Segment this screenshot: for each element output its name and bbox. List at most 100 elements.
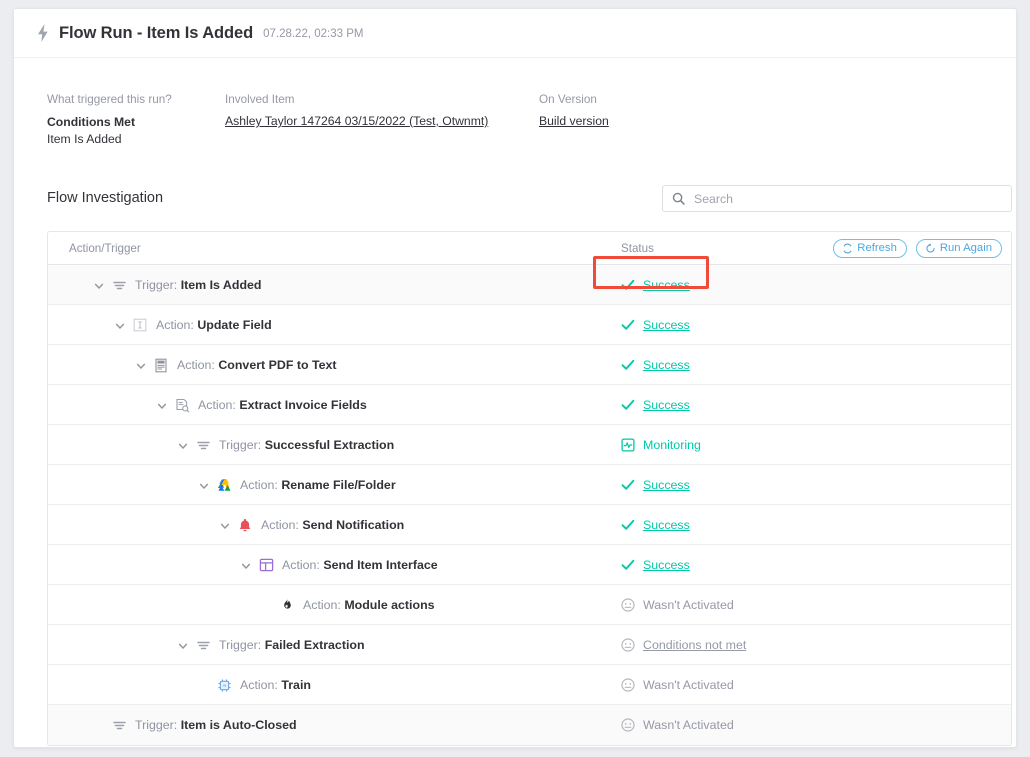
row-title: Successful Extraction: [265, 438, 394, 452]
meta-involved-item-link[interactable]: Ashley Taylor 147264 03/15/2022 (Test, O…: [225, 114, 488, 128]
run-again-button[interactable]: Run Again: [916, 239, 1002, 258]
status-badge[interactable]: Success: [643, 558, 690, 572]
row-title: Module actions: [344, 598, 434, 612]
row-title: Update Field: [197, 318, 271, 332]
refresh-button[interactable]: Refresh: [833, 239, 907, 258]
table-row[interactable]: Trigger: Item Is AddedSuccess: [48, 265, 1011, 305]
filter-trigger-icon: [111, 717, 127, 733]
table-row[interactable]: Action: Send Notification Success: [48, 505, 1011, 545]
row-name-cell: Action: Update Field: [114, 305, 272, 345]
flow-investigation-title: Flow Investigation: [47, 190, 163, 206]
row-label: Trigger: Failed Extraction: [219, 638, 365, 652]
status-badge[interactable]: Conditions not met: [643, 638, 746, 652]
table-row[interactable]: Action: Extract Invoice Fields Success: [48, 385, 1011, 425]
search-input[interactable]: [692, 191, 1002, 207]
google-drive-icon: [216, 477, 232, 493]
neutral-face-icon: [621, 638, 635, 652]
row-kind: Action:: [240, 678, 278, 692]
table-row[interactable]: AI Action: Train Wasn't Activated: [48, 665, 1011, 705]
row-label: Action: Train: [240, 678, 311, 692]
row-title: Item is Auto-Closed: [181, 718, 297, 732]
screenshot-root: Flow Run - Item Is Added 07.28.22, 02:33…: [0, 0, 1030, 757]
run-again-button-label: Run Again: [940, 242, 992, 254]
row-kind: Action:: [177, 358, 215, 372]
status-badge[interactable]: Success: [643, 318, 690, 332]
status-badge: Wasn't Activated: [643, 718, 734, 732]
status-badge[interactable]: Success: [643, 478, 690, 492]
row-title: Train: [281, 678, 311, 692]
table-row[interactable]: Action: Send Item Interface Success: [48, 545, 1011, 585]
row-name-cell: Action: Send Notification: [219, 505, 404, 545]
row-label: Action: Send Item Interface: [282, 558, 438, 572]
filter-trigger-icon: [111, 277, 127, 293]
table-body: Trigger: Item Is AddedSuccessAction: Upd…: [48, 265, 1011, 745]
chevron-down-icon[interactable]: [219, 519, 231, 531]
status-badge: Monitoring: [643, 438, 701, 452]
search-box[interactable]: [662, 185, 1012, 212]
meta-involved-item-column: Involved Item Ashley Taylor 147264 03/15…: [225, 93, 488, 128]
row-status-cell: Success: [621, 505, 690, 545]
meta-version-link[interactable]: Build version: [539, 114, 609, 128]
table-header-actions: Refresh Run Again: [833, 239, 1002, 258]
layout-panel-icon: [258, 557, 274, 573]
refresh-button-label: Refresh: [857, 242, 897, 254]
check-icon: [621, 398, 635, 412]
status-badge[interactable]: Success: [643, 398, 690, 412]
chevron-down-icon[interactable]: [156, 399, 168, 411]
table-row[interactable]: Action: Update Field Success: [48, 305, 1011, 345]
pdf-document-icon: [153, 357, 169, 373]
status-badge[interactable]: Success: [643, 518, 690, 532]
row-status-cell: Success: [621, 345, 690, 385]
row-name-cell: Trigger: Successful Extraction: [177, 425, 394, 465]
text-field-icon: [132, 317, 148, 333]
table-row[interactable]: Action: Module actionsWasn't Activated: [48, 585, 1011, 625]
row-title: Send Item Interface: [323, 558, 437, 572]
check-icon: [621, 518, 635, 532]
row-title: Extract Invoice Fields: [239, 398, 366, 412]
flow-run-card: Flow Run - Item Is Added 07.28.22, 02:33…: [13, 8, 1017, 748]
row-kind: Action:: [303, 598, 341, 612]
table-row[interactable]: Action: Rename File/FolderSuccess: [48, 465, 1011, 505]
check-icon: [621, 478, 635, 492]
search-icon: [672, 192, 685, 205]
neutral-face-icon: [621, 718, 635, 732]
chevron-down-icon[interactable]: [114, 319, 126, 331]
lightning-bolt-icon: [34, 23, 52, 43]
table-row[interactable]: Trigger: Successful Extraction Monitoring: [48, 425, 1011, 465]
table-row[interactable]: Trigger: Failed Extraction Conditions not…: [48, 625, 1011, 665]
row-label: Action: Update Field: [156, 318, 272, 332]
row-kind: Trigger:: [219, 438, 261, 452]
row-status-cell: Monitoring: [621, 425, 701, 465]
table-row[interactable]: Action: Convert PDF to Text Success: [48, 345, 1011, 385]
chevron-down-icon[interactable]: [177, 439, 189, 451]
row-title: Item Is Added: [181, 278, 262, 292]
row-title: Convert PDF to Text: [218, 358, 336, 372]
meta-involved-item-label: Involved Item: [225, 93, 488, 106]
row-kind: Action:: [240, 478, 278, 492]
chevron-down-icon[interactable]: [135, 359, 147, 371]
chevron-down-icon[interactable]: [198, 479, 210, 491]
row-status-cell: Success: [621, 545, 690, 585]
table-row[interactable]: Trigger: Item is Auto-ClosedWasn't Activ…: [48, 705, 1011, 745]
rerun-icon: [925, 243, 936, 254]
status-badge[interactable]: Success: [643, 358, 690, 372]
column-header-status: Status: [621, 242, 654, 255]
row-status-cell: Success: [621, 265, 690, 305]
row-status-cell: Wasn't Activated: [621, 665, 734, 705]
page-title: Flow Run - Item Is Added: [59, 24, 253, 43]
bell-icon: [237, 517, 253, 533]
chevron-down-icon[interactable]: [93, 279, 105, 291]
chevron-down-icon[interactable]: [177, 639, 189, 651]
row-status-cell: Wasn't Activated: [621, 705, 734, 745]
status-badge[interactable]: Success: [643, 278, 690, 292]
row-title: Failed Extraction: [265, 638, 365, 652]
check-icon: [621, 558, 635, 572]
column-header-action: Action/Trigger: [69, 242, 141, 255]
row-label: Action: Extract Invoice Fields: [198, 398, 367, 412]
check-icon: [621, 318, 635, 332]
card-header: Flow Run - Item Is Added 07.28.22, 02:33…: [14, 9, 1016, 58]
row-name-cell: Action: Send Item Interface: [240, 545, 438, 585]
ai-chip-icon: AI: [216, 677, 232, 693]
check-icon: [621, 278, 635, 292]
chevron-down-icon[interactable]: [240, 559, 252, 571]
